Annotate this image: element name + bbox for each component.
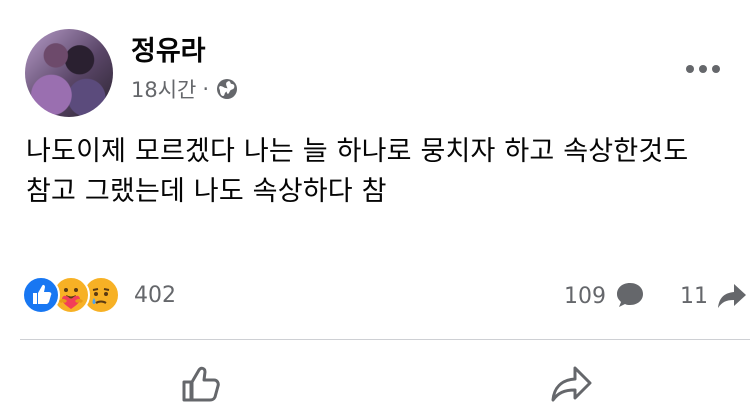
avatar[interactable] [25,29,113,117]
author-name[interactable]: 정유라 [131,29,206,68]
post-meta: 18시간 · [131,74,239,104]
dot-icon [686,65,694,73]
reactions-summary[interactable]: 402 [22,276,176,314]
comment-count: 109 [564,283,606,309]
like-reaction-icon [22,276,60,314]
share-arrow-icon [551,366,592,402]
thumbs-up-icon [182,366,220,402]
dot-icon [712,65,720,73]
share-button[interactable] [548,360,596,408]
post-time[interactable]: 18시간 [131,74,196,104]
share-stat[interactable]: 11 [680,280,748,312]
dot-icon [699,65,707,73]
share-count: 11 [680,283,708,309]
like-button[interactable] [176,360,224,408]
comment-icon [617,283,643,307]
comment-stat[interactable]: 109 [564,280,646,312]
meta-separator: · [202,77,210,101]
reaction-count[interactable]: 402 [134,283,176,308]
post-text: 나도이제 모르겠다 나는 늘 하나로 뭉치자 하고 속상한것도 참고 그랬는데 … [26,136,689,207]
more-options-button[interactable] [682,55,724,83]
divider [20,339,750,340]
share-arrow-icon [718,284,746,308]
globe-icon [217,79,238,99]
